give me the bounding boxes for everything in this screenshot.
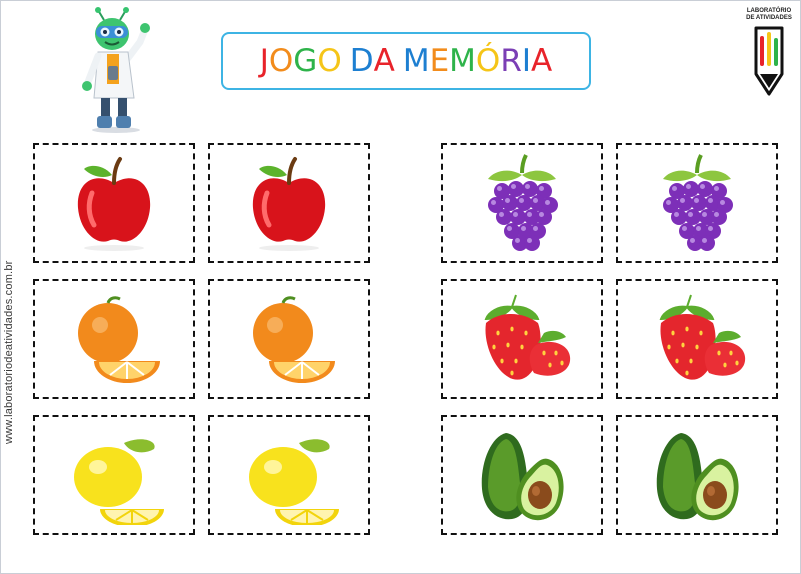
avocado-icon: [481, 433, 564, 521]
website-url: www.laboratoriodeatividades.com.br: [3, 260, 15, 445]
page-title: JOGO DA MEMÓRIA: [259, 42, 553, 79]
title-letter: Ó: [475, 42, 501, 79]
title-box: JOGO DA MEMÓRIA: [221, 32, 591, 90]
orange-icon: [253, 296, 335, 383]
memory-card-apple: [33, 143, 195, 263]
pencil-tubes-icon: [754, 26, 784, 96]
apple-icon: [77, 157, 151, 251]
laboratorio-logo: LABORATÓRIO DE ATIVIDADES: [738, 6, 800, 96]
memory-card-strawberry: [616, 279, 778, 399]
title-letter: I: [521, 42, 532, 79]
memory-card-grapes: [616, 143, 778, 263]
strawberry-icon: [484, 294, 571, 380]
apple-icon: [252, 157, 326, 251]
memory-card-avocado: [616, 415, 778, 535]
logo-line-2: DE ATIVIDADES: [746, 15, 792, 21]
title-letter: E: [429, 42, 450, 79]
strawberry-icon: [659, 294, 746, 380]
title-letter: M: [449, 42, 476, 79]
lemon-icon: [249, 439, 339, 525]
orange-icon: [78, 296, 160, 383]
memory-card-avocado: [441, 415, 603, 535]
title-letter: A: [373, 42, 395, 79]
lemon-icon: [74, 439, 164, 525]
avocado-icon: [656, 433, 739, 521]
scientist-mascot-illustration: [82, 7, 150, 133]
title-letter: R: [500, 42, 522, 79]
title-letter: J: [259, 42, 269, 79]
memory-card-lemon: [208, 415, 370, 535]
title-letter: O: [317, 42, 342, 79]
title-letter: A: [531, 42, 553, 79]
title-letter: M: [402, 42, 430, 79]
logo-line-1: LABORATÓRIO: [746, 8, 792, 14]
grapes-icon: [488, 154, 558, 251]
memory-card-orange: [33, 279, 195, 399]
memory-card-apple: [208, 143, 370, 263]
memory-card-grapes: [441, 143, 603, 263]
memory-card-strawberry: [441, 279, 603, 399]
title-letter: D: [349, 42, 374, 79]
grapes-icon: [663, 154, 733, 251]
title-letter: O: [268, 42, 294, 79]
title-letter: G: [293, 42, 318, 79]
memory-card-lemon: [33, 415, 195, 535]
memory-card-orange: [208, 279, 370, 399]
